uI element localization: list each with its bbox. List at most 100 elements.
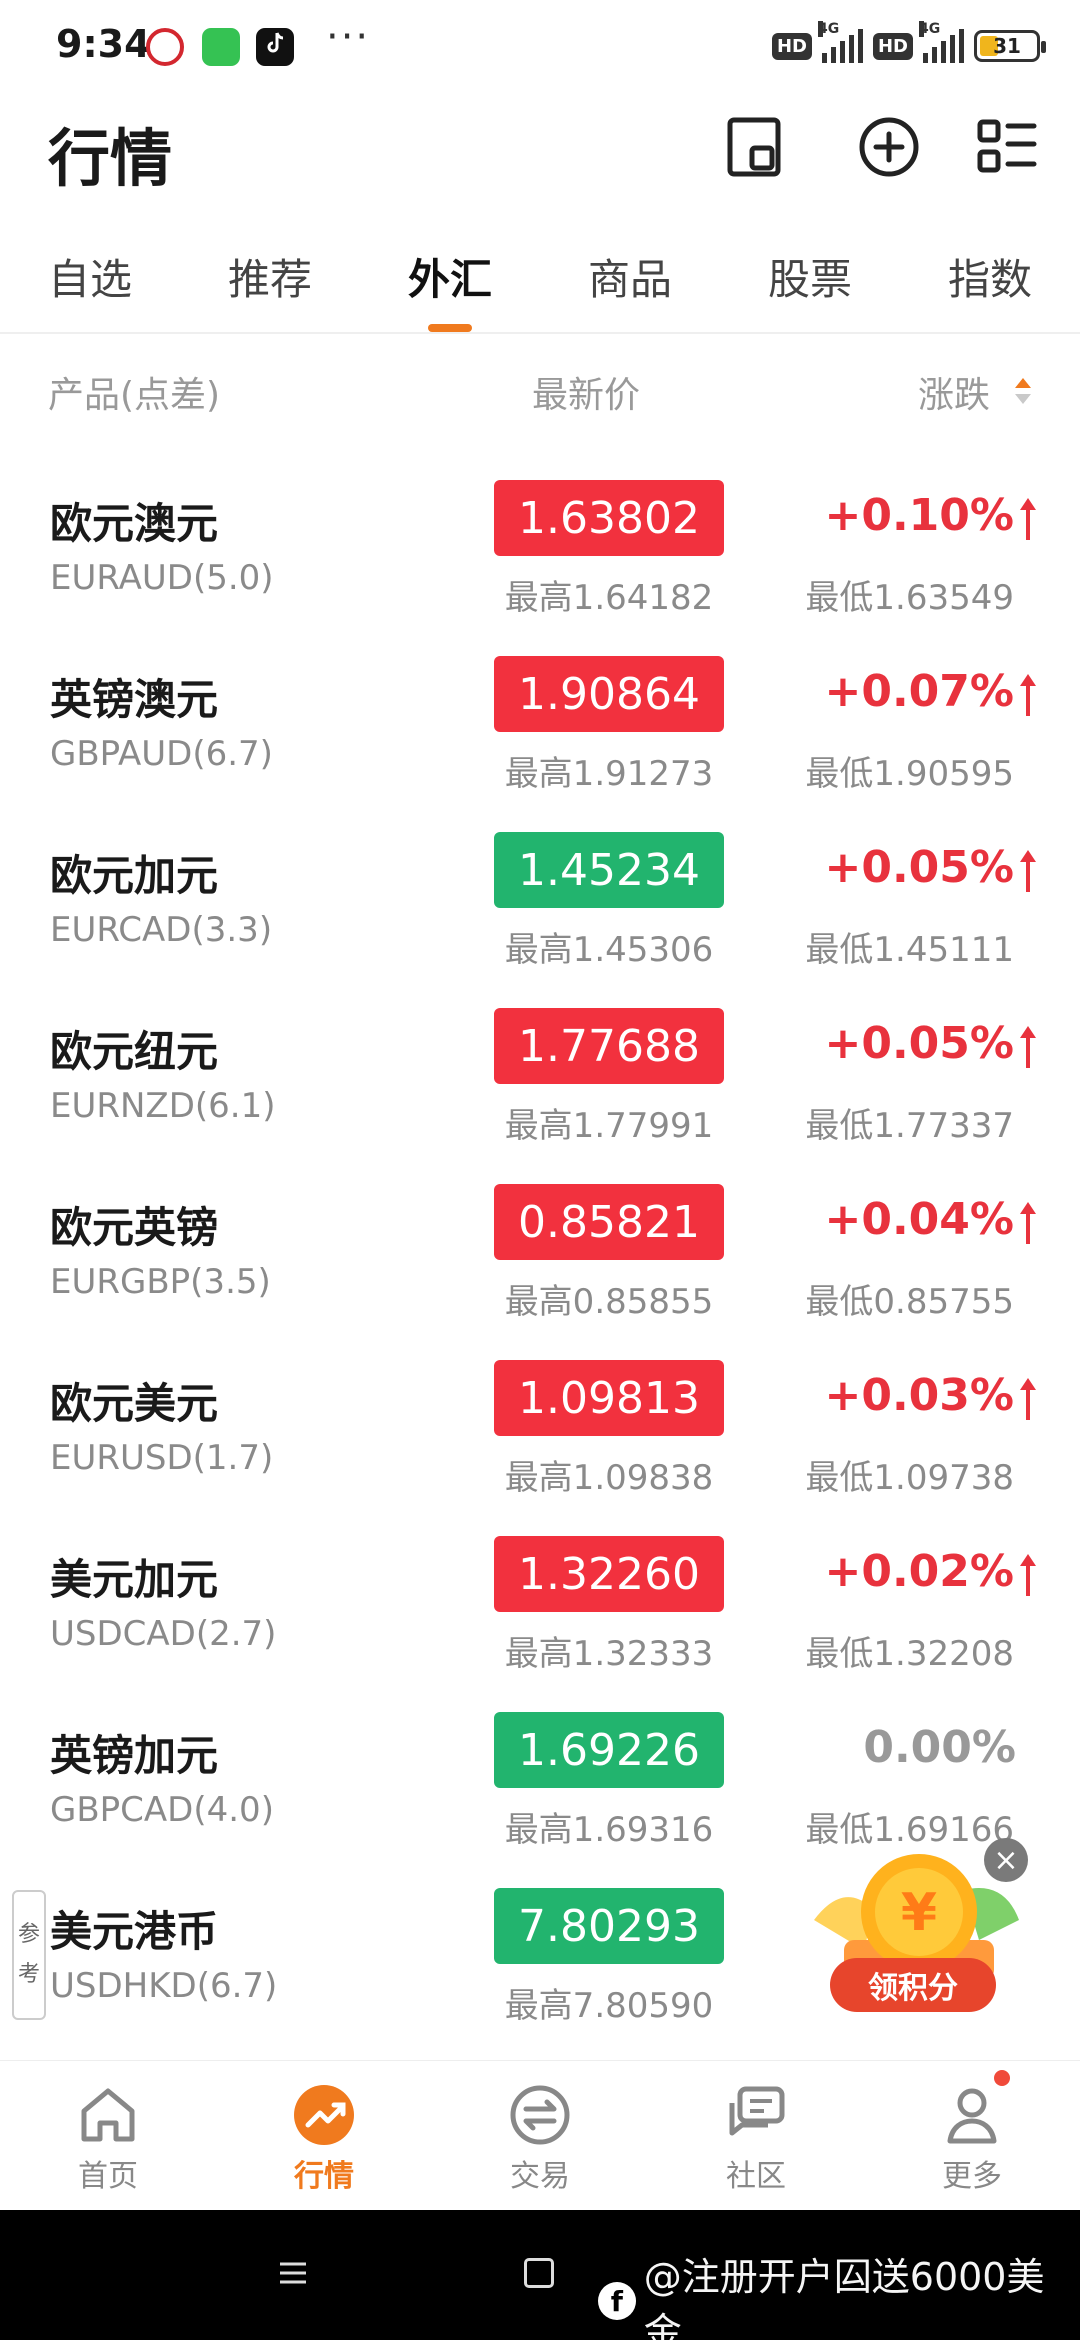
day-low: 最低1.45111 [805,930,1014,970]
status-indicators: HD 4G HD 4G 31 [771,21,1046,66]
pair-name: 欧元澳元 [50,499,219,548]
add-icon[interactable] [856,114,922,180]
change-percent: +0.05% [824,1018,1014,1069]
day-low: 最低1.90595 [805,754,1014,794]
list-settings-icon[interactable] [974,114,1040,180]
page-title: 行情 [48,122,173,195]
nav-community-label: 社区 [726,2159,786,2194]
nav-home[interactable]: 首页 [38,2083,178,2195]
quote-row[interactable]: 美元加元 USDCAD(2.7) 1.32260 最高1.32333 +0.02… [0,1516,1080,1692]
quote-row[interactable]: 欧元澳元 EURAUD(5.0) 1.63802 最高1.64182 +0.10… [0,460,1080,636]
notification-app-icon [146,28,184,66]
reference-side-tab[interactable]: 参 考 [12,1890,46,2020]
change-percent: +0.07% [824,666,1014,717]
tab-commodities[interactable]: 商品 [588,246,672,307]
battery-level: 31 [993,34,1021,58]
watermark-text: @注册开户囜送6000美金 [643,2255,1045,2340]
day-low: 最低0.85755 [805,1282,1014,1322]
column-change-sort[interactable]: 涨跌 [918,366,990,418]
tab-recommended[interactable]: 推荐 [228,246,312,307]
nav-market[interactable]: 行情 [254,2083,394,2195]
pair-code-spread: USDCAD(2.7) [50,1614,277,1654]
up-arrow-icon [1020,1202,1036,1244]
trade-exchange-icon [510,2085,570,2145]
close-icon[interactable]: × [984,1838,1028,1882]
change-percent: 0.00% [863,1722,1016,1773]
nav-more[interactable]: 更多 [902,2083,1042,2195]
pair-name: 欧元美元 [50,1379,219,1428]
latest-price-badge: 7.80293 [494,1888,724,1964]
nav-more-label: 更多 [942,2159,1002,2194]
latest-price-badge: 1.69226 [494,1712,724,1788]
day-low: 最低1.09738 [805,1458,1014,1498]
tab-watchlist[interactable]: 自选 [48,246,132,307]
quote-row[interactable]: 欧元美元 EURUSD(1.7) 1.09813 最高1.09838 +0.03… [0,1340,1080,1516]
quote-row[interactable]: 欧元英镑 EURGBP(3.5) 0.85821 最高0.85855 +0.04… [0,1164,1080,1340]
column-headers: 产品(点差) 最新价 涨跌 [0,356,1080,426]
side-tab-char: 参 [17,1922,40,1947]
column-product: 产品(点差) [48,375,221,416]
sort-icon[interactable] [1012,374,1034,408]
active-tab-indicator [428,324,472,332]
watchlist-window-icon[interactable] [722,114,788,180]
up-arrow-icon [1020,674,1036,716]
up-arrow-icon [1020,850,1036,892]
recent-apps-icon[interactable] [524,2258,554,2288]
latest-price-badge: 1.32260 [494,1536,724,1612]
up-arrow-icon [1020,1026,1036,1068]
pair-code-spread: USDHKD(6.7) [50,1966,278,2006]
latest-price-badge: 1.77688 [494,1008,724,1084]
pair-code-spread: GBPAUD(6.7) [50,734,273,774]
hd-badge: HD [872,32,913,60]
pair-name: 欧元英镑 [50,1203,219,1252]
more-notifications-icon: ··· [326,14,371,60]
day-high: 最高1.64182 [504,578,714,618]
market-trend-icon [294,2085,354,2145]
change-percent: +0.05% [824,842,1014,893]
up-arrow-icon [1020,1378,1036,1420]
nav-trade[interactable]: 交易 [470,2083,610,2195]
tab-forex[interactable]: 外汇 [408,246,492,307]
status-time: 9:34 [56,22,151,66]
pair-name: 欧元纽元 [50,1027,219,1076]
pair-code-spread: EURCAD(3.3) [50,910,273,950]
day-high: 最高1.09838 [504,1458,714,1498]
day-high: 最高0.85855 [504,1282,714,1322]
pair-code-spread: EURAUD(5.0) [50,558,274,598]
status-bar: 9:34 ··· HD 4G HD 4G 31 [0,0,1080,96]
notification-app-icon [202,28,240,66]
quote-row[interactable]: 欧元加元 EURCAD(3.3) 1.45234 最高1.45306 +0.05… [0,812,1080,988]
app-header: 行情 [0,96,1080,216]
bottom-navigation: 首页 行情 交易 社区 更多 [0,2060,1080,2210]
day-high: 最高1.69316 [504,1810,714,1850]
system-navigation-bar: f @注册开户囜送6000美金 [0,2210,1080,2340]
menu-icon[interactable] [278,2258,308,2288]
pair-name: 美元加元 [50,1555,219,1604]
page: 9:34 ··· HD 4G HD 4G 31 行情 自选 推荐 外汇 商品 股… [0,0,1080,2340]
change-percent: +0.02% [824,1546,1014,1597]
notification-app-icon [256,28,294,66]
signal-icon: 4G [919,21,964,63]
day-high: 最高1.45306 [504,930,714,970]
claim-points-button[interactable]: 领积分 [830,1958,996,2012]
day-low: 最低1.77337 [805,1106,1014,1146]
pair-name: 欧元加元 [50,851,219,900]
pair-name: 英镑加元 [50,1731,219,1780]
day-high: 最高7.80590 [504,1986,714,2026]
pair-code-spread: EURNZD(6.1) [50,1086,276,1126]
nav-home-label: 首页 [78,2159,138,2194]
nav-community[interactable]: 社区 [686,2083,826,2195]
change-percent: +0.10% [824,490,1014,541]
tab-stocks[interactable]: 股票 [768,246,852,307]
column-latest-price: 最新价 [532,375,641,416]
quote-row[interactable]: 英镑澳元 GBPAUD(6.7) 1.90864 最高1.91273 +0.07… [0,636,1080,812]
quote-row[interactable]: 欧元纽元 EURNZD(6.1) 1.77688 最高1.77991 +0.05… [0,988,1080,1164]
coin-symbol: ¥ [901,1883,937,1943]
side-tab-char: 考 [17,1962,40,1987]
tab-indices[interactable]: 指数 [948,246,1032,307]
pair-code-spread: EURGBP(3.5) [50,1262,271,1302]
day-low: 最低1.63549 [805,578,1014,618]
pair-name: 美元港币 [50,1907,219,1956]
latest-price-badge: 1.63802 [494,480,724,556]
pair-name: 英镑澳元 [50,675,219,724]
